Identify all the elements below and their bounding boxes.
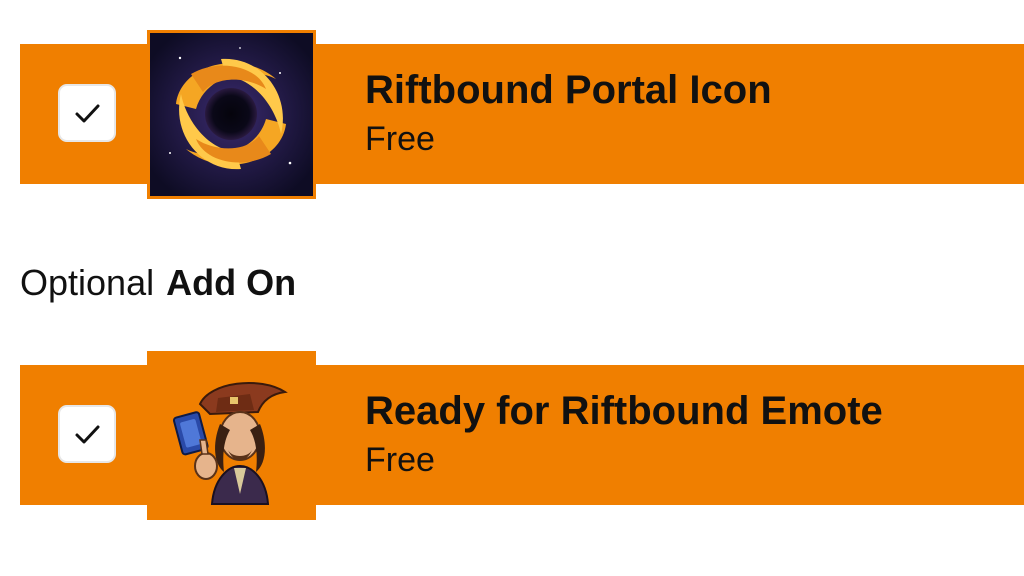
portal-icon-thumbnail [147,30,316,199]
item-row-portal-icon[interactable]: Riftbound Portal Icon Free [20,30,1024,199]
item-title: Ready for Riftbound Emote [365,389,883,433]
item-checkbox[interactable] [58,405,116,463]
item-row-riftbound-emote[interactable]: Ready for Riftbound Emote Free [20,351,1024,520]
item-checkbox[interactable] [58,84,116,142]
optional-label: Optional [20,262,155,303]
item-price: Free [365,120,435,158]
emote-character-icon [172,381,288,505]
item-title: Riftbound Portal Icon [365,68,772,112]
checkmark-icon [75,104,100,123]
item-price: Free [365,441,435,479]
emote-thumbnail [147,351,316,520]
purchase-items-page: Riftbound Portal Icon Free Optional Add O… [0,0,1024,576]
addon-label: Add On [166,262,297,303]
swirl-portal-icon [150,33,313,196]
optional-addon-heading: Optional Add On [20,262,296,304]
checkmark-icon [75,425,100,444]
